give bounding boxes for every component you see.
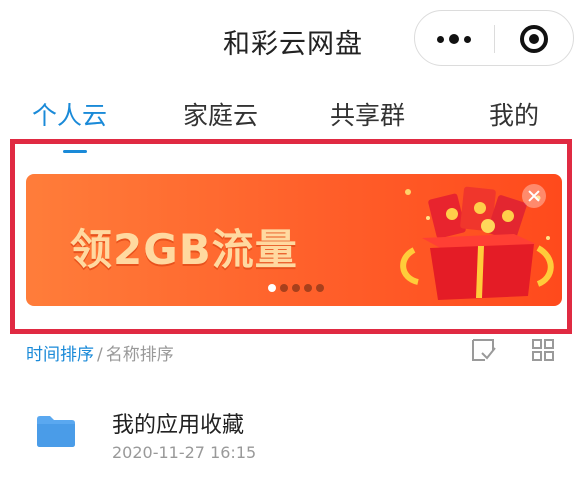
tab-personal-cloud[interactable]: 个人云 (32, 96, 107, 132)
more-dot-icon (437, 36, 444, 43)
tab-share-group[interactable]: 共享群 (330, 96, 405, 132)
sort-separator: / (97, 345, 103, 365)
carousel-dot[interactable] (280, 284, 288, 292)
target-icon (520, 25, 548, 53)
file-name: 我的应用收藏 (112, 413, 245, 438)
banner-title: 领2GB流量 (70, 225, 298, 274)
app-header: 和彩云网盘 (0, 0, 586, 82)
list-item[interactable]: 我的应用收藏 2020-11-27 16:15 (0, 385, 586, 485)
file-timestamp: 2020-11-27 16:15 (112, 443, 257, 462)
sort-by-name-button[interactable]: 名称排序 (106, 345, 174, 365)
banner-close-button[interactable] (522, 184, 546, 208)
carousel-dot[interactable] (316, 284, 324, 292)
more-dot-icon (464, 36, 471, 43)
tab-family-cloud[interactable]: 家庭云 (183, 96, 258, 132)
more-options-button[interactable] (415, 11, 494, 67)
sort-options: 时间排序 / 名称排序 (26, 340, 174, 365)
tab-mine[interactable]: 我的 (489, 96, 539, 132)
close-mini-program-button[interactable] (495, 11, 575, 67)
mini-program-capsule (414, 10, 574, 66)
carousel-dot[interactable] (292, 284, 300, 292)
carousel-dot[interactable] (304, 284, 312, 292)
more-dot-icon (449, 34, 459, 44)
carousel-dots (268, 284, 328, 294)
grid-view-icon[interactable] (532, 339, 554, 361)
sort-by-time-button[interactable]: 时间排序 (26, 345, 94, 365)
promo-banner[interactable]: 领2GB流量 (26, 174, 562, 306)
multi-select-icon[interactable] (470, 338, 496, 362)
folder-icon (37, 416, 75, 447)
carousel-dot[interactable] (268, 284, 276, 292)
